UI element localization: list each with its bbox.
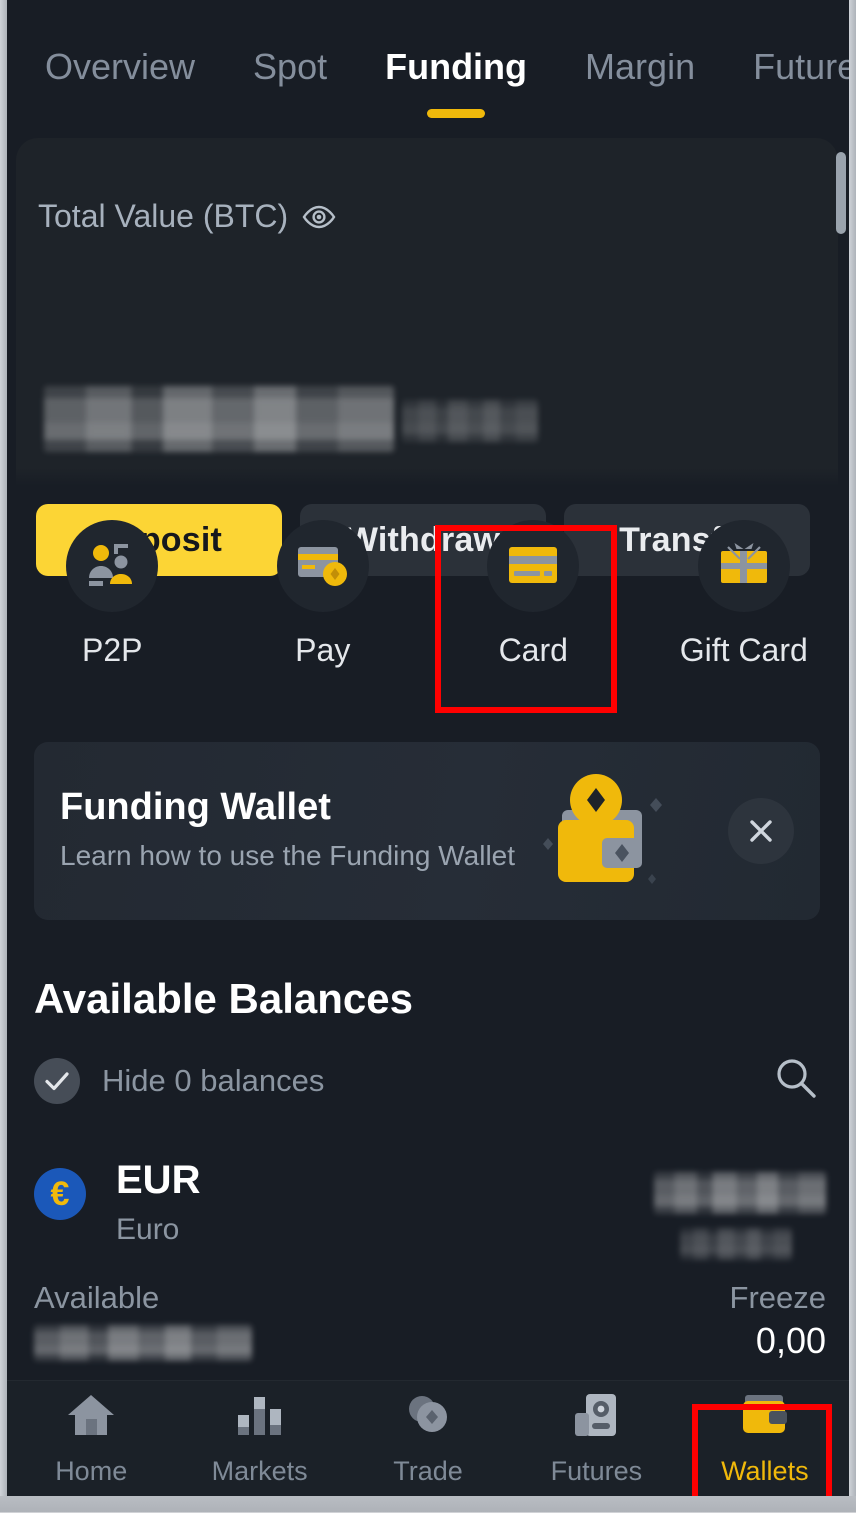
freeze-value: 0,00 (755, 1320, 826, 1361)
tab-funding[interactable]: Funding (385, 46, 527, 92)
quick-action-label: Card (498, 632, 568, 668)
nav-label: Home (55, 1455, 128, 1486)
search-icon[interactable] (772, 1054, 820, 1107)
total-value-card: Total Value (BTC) Deposit Withdraw Trans… (16, 138, 838, 576)
total-value-secondary-redacted (402, 400, 538, 442)
tab-margin[interactable]: Margin (585, 46, 695, 92)
euro-icon: € (34, 1168, 86, 1220)
available-label: Available (34, 1280, 160, 1315)
coin-names: EUR Euro (116, 1158, 200, 1247)
p2p-people-icon (66, 520, 159, 612)
frame-edge-bottom (0, 1496, 856, 1526)
gift-box-icon (697, 520, 790, 612)
nav-label: Wallets (721, 1455, 809, 1486)
nav-label: Futures (550, 1455, 643, 1486)
page-title: Available Balances (34, 975, 413, 1022)
hide-balances-row: Hide 0 balances (34, 1054, 820, 1107)
nav-item-trade[interactable]: Trade (344, 1391, 512, 1487)
nav-label: Trade (393, 1455, 463, 1486)
quick-action-card[interactable]: Card (428, 520, 639, 669)
close-icon[interactable] (728, 798, 794, 864)
available-freeze-row: Available Freeze (34, 1280, 826, 1316)
frame-edge-left (0, 0, 7, 1526)
banner-subtitle: Learn how to use the Funding Wallet (60, 840, 516, 871)
nav-item-markets[interactable]: Markets (175, 1391, 343, 1487)
pay-card-coin-icon (276, 520, 369, 612)
tab-spot[interactable]: Spot (253, 46, 327, 92)
vertical-scrollbar[interactable] (836, 152, 846, 234)
coin-total-secondary-redacted (680, 1228, 792, 1260)
nav-item-futures[interactable]: Futures (512, 1391, 680, 1487)
quick-action-label: Gift Card (679, 632, 808, 668)
wallet-lock-icon (540, 764, 672, 903)
quick-action-label: P2P (82, 632, 143, 668)
bar-chart-icon (234, 1391, 286, 1444)
total-value-label: Total Value (BTC) (38, 198, 289, 234)
quick-action-pay[interactable]: Pay (218, 520, 429, 669)
available-value-redacted (34, 1325, 252, 1361)
funding-wallet-banner[interactable]: Funding Wallet Learn how to use the Fund… (34, 742, 820, 920)
frame-edge-right (849, 0, 856, 1526)
nav-item-home[interactable]: Home (7, 1391, 175, 1487)
eye-icon[interactable] (302, 205, 336, 229)
quick-action-gift-card[interactable]: Gift Card (639, 520, 850, 669)
total-value-amount-redacted (44, 386, 394, 452)
quick-action-label: Pay (295, 632, 351, 668)
home-icon (64, 1391, 118, 1444)
bottom-navigation: Home Markets Trade Futures Wallets (7, 1380, 849, 1496)
coin-total-value-redacted (654, 1172, 826, 1214)
trade-diamond-icon (402, 1391, 454, 1444)
check-circle-icon[interactable] (34, 1057, 80, 1104)
wallet-icon (739, 1391, 791, 1444)
hide-balances-label[interactable]: Hide 0 balances (102, 1063, 324, 1099)
freeze-label: Freeze (729, 1280, 826, 1315)
quick-action-row: P2P Pay Card Gift Card (7, 520, 849, 669)
credit-card-icon (487, 520, 580, 612)
tab-overview[interactable]: Overview (45, 46, 195, 92)
coin-name: Euro (116, 1213, 180, 1246)
banner-title: Funding Wallet (60, 786, 331, 828)
tab-futures[interactable]: Future (753, 46, 856, 92)
total-value-row: Total Value (BTC) (38, 198, 336, 235)
wallet-tab-bar: Overview Spot Funding Margin Future (7, 0, 856, 138)
nav-label: Markets (211, 1455, 308, 1486)
nav-item-wallets[interactable]: Wallets (681, 1391, 849, 1487)
quick-action-p2p[interactable]: P2P (7, 520, 218, 669)
coin-symbol: EUR (116, 1158, 201, 1202)
futures-icon (570, 1391, 622, 1444)
app-screen: Overview Spot Funding Margin Future Tota… (0, 0, 856, 1526)
